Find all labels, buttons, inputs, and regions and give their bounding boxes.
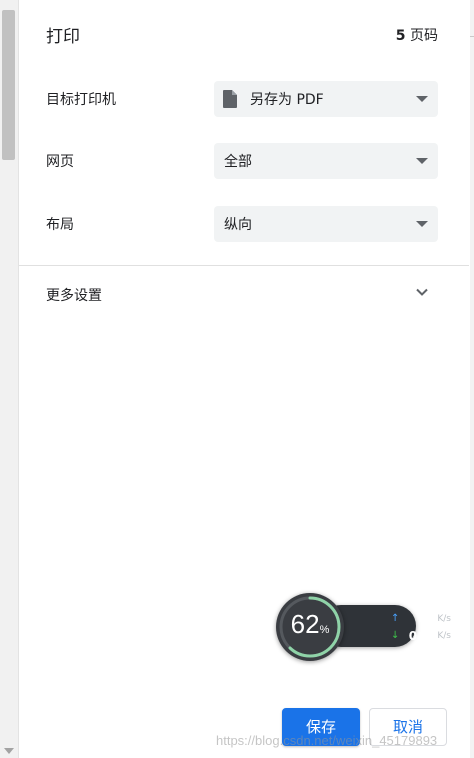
upload-unit: K/s [437, 614, 451, 624]
dropdown-caret-icon [416, 96, 428, 102]
watermark: https://blog.csdn.net/weixin_45179893 [216, 733, 438, 748]
dropdown-caret-icon [416, 158, 428, 164]
destination-select[interactable]: 另存为 PDF [214, 81, 438, 117]
destination-value: 另存为 PDF [250, 92, 324, 108]
layout-label: 布局 [46, 217, 74, 233]
destination-label: 目标打印机 [46, 92, 116, 108]
print-settings-panel: 打印 5 页码 目标打印机 另存为 PDF 网页 全部 布局 纵向 更多设置 ↑… [19, 0, 469, 758]
download-unit: K/s [437, 631, 451, 641]
scrollbar-thumb[interactable] [2, 10, 15, 160]
more-settings-toggle[interactable]: 更多设置 [46, 285, 102, 305]
pages-select[interactable]: 全部 [214, 143, 438, 179]
page-count-number: 5 [395, 28, 406, 44]
left-scrollbar[interactable] [0, 0, 19, 758]
dropdown-caret-icon [416, 221, 428, 227]
cpu-gauge: 62% [276, 593, 344, 661]
pages-value: 全部 [224, 154, 252, 170]
document-icon [223, 90, 237, 108]
download-value: 0.1 [408, 629, 430, 643]
scroll-down-arrow-icon[interactable] [4, 748, 14, 754]
edge-divider [470, 36, 474, 37]
upload-speed: ↑ 0 K/s [391, 612, 451, 626]
page-count: 5 页码 [396, 25, 438, 45]
page-count-unit: 页码 [410, 28, 438, 44]
system-monitor-widget[interactable]: ↑ 0 K/s ↓ 0.1 K/s 62% [276, 593, 451, 661]
page-title: 打印 [46, 27, 80, 47]
right-edge [470, 0, 474, 758]
pages-label: 网页 [46, 154, 74, 170]
cpu-percent: 62% [276, 609, 344, 640]
upload-arrow-icon: ↑ [391, 613, 400, 624]
section-divider [19, 265, 469, 266]
cpu-percent-unit: % [319, 624, 330, 636]
cpu-percent-value: 62 [290, 609, 320, 639]
chevron-down-icon[interactable] [415, 285, 429, 299]
layout-select[interactable]: 纵向 [214, 206, 438, 242]
upload-value: 0 [421, 612, 430, 626]
download-arrow-icon: ↓ [391, 630, 400, 641]
download-speed: ↓ 0.1 K/s [391, 629, 451, 643]
layout-value: 纵向 [224, 217, 252, 233]
